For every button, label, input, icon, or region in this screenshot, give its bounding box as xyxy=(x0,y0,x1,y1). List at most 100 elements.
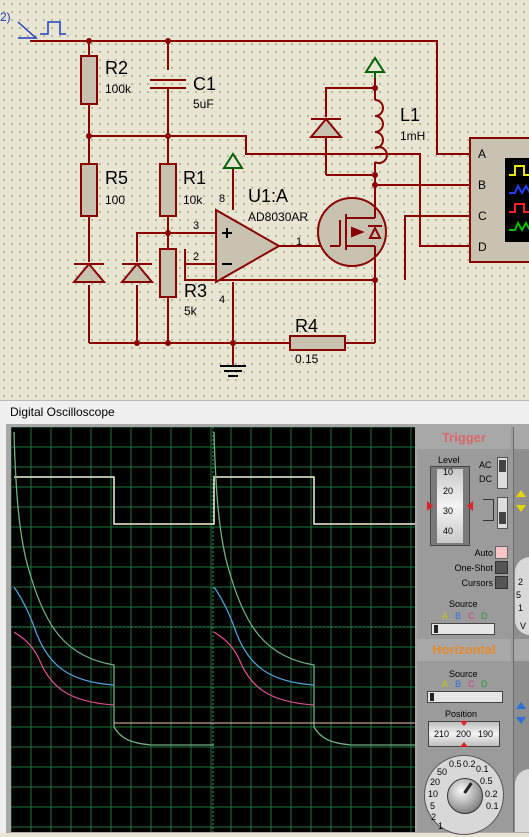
channel-column-partial: 2 5 1 V xyxy=(513,427,529,832)
horizontal-source-slider[interactable] xyxy=(427,691,503,703)
dc-label: DC xyxy=(479,474,492,484)
r3-value: 5k xyxy=(184,304,197,318)
dial-label-2: 0.2 xyxy=(463,759,476,769)
r2-name[interactable]: R2 xyxy=(105,58,128,79)
mosfet-symbol xyxy=(317,197,387,268)
pin-3-label: 3 xyxy=(193,220,200,232)
r1-value: 10k xyxy=(183,193,203,207)
dial-label-6: 10 xyxy=(428,789,439,799)
edge-switch[interactable] xyxy=(497,497,508,529)
position-value-210: 210 xyxy=(434,729,450,739)
pulse-generator-symbol xyxy=(17,21,66,39)
pin-2-label: 2 xyxy=(193,251,200,263)
horizontal-source-a[interactable]: A xyxy=(442,679,448,689)
trigger-source-slider[interactable] xyxy=(431,623,495,635)
level-marker-left xyxy=(427,501,433,511)
offset-down-arrow[interactable] xyxy=(516,505,526,512)
window-title: Digital Oscilloscope xyxy=(10,405,115,419)
position-label: Position xyxy=(445,709,478,719)
one-shot-label: One-Shot xyxy=(454,563,493,573)
position-marker-top xyxy=(460,721,468,726)
edge-icon xyxy=(483,499,494,521)
schematic-canvas[interactable]: 2) R2 100k C1 5uF R5 100 R1 10k U1:A AD8… xyxy=(0,0,529,400)
position-knob[interactable]: 210 200 190 xyxy=(428,721,500,747)
level-tick-20: 20 xyxy=(443,486,454,496)
volts-label: V xyxy=(520,621,527,631)
dial-label-5: 20 xyxy=(430,777,441,787)
trigger-level-slider[interactable]: 10 20 30 40 xyxy=(427,466,473,546)
volts-dial-label-5: 5 xyxy=(516,590,522,600)
channel-head-partial-2 xyxy=(514,639,529,661)
u1-name[interactable]: U1:A xyxy=(248,186,288,207)
ac-label: AC xyxy=(479,460,492,470)
u1-value: AD8030AR xyxy=(248,210,309,224)
level-tick-30: 30 xyxy=(443,506,454,516)
timebase-dial[interactable]: 0.5 0.2 0.1 50 20 10 5 2 1 0.5 0.2 0.1 xyxy=(424,755,504,835)
ac-dc-switch[interactable] xyxy=(497,457,508,489)
generator-label: 2) xyxy=(0,10,11,24)
scope-channel-a: A xyxy=(478,147,487,161)
trace-d xyxy=(13,631,315,706)
dial-label-11: 0.2 xyxy=(485,789,498,799)
horizontal-source-d[interactable]: D xyxy=(481,679,488,689)
dial-label-4: 50 xyxy=(437,767,448,777)
horizontal-source-b[interactable]: B xyxy=(455,679,461,689)
dial-label-7: 5 xyxy=(430,801,436,811)
trigger-source-b[interactable]: B xyxy=(455,611,461,621)
timebase-knob[interactable] xyxy=(447,778,483,814)
pin-4-label: 4 xyxy=(219,294,226,306)
horizontal-source-c[interactable]: C xyxy=(468,679,475,689)
r4-value: 0.15 xyxy=(295,352,319,366)
cursors-button[interactable] xyxy=(495,576,508,589)
auto-button[interactable] xyxy=(495,546,508,559)
pin-8-label: 8 xyxy=(219,193,226,205)
trace-a xyxy=(14,476,415,525)
trigger-source-label: Source xyxy=(449,599,478,609)
channel-head-partial xyxy=(514,427,529,449)
r1-name[interactable]: R1 xyxy=(183,168,206,189)
position-value-190: 190 xyxy=(478,729,494,739)
dial-label-10: 0.5 xyxy=(480,776,493,786)
position-value-200: 200 xyxy=(456,729,472,739)
volts-dial-label-1: 1 xyxy=(518,603,524,613)
dial-label-8: 2 xyxy=(431,812,437,822)
l1-name[interactable]: L1 xyxy=(400,105,420,126)
trigger-source-d[interactable]: D xyxy=(481,611,488,621)
r5-value: 100 xyxy=(105,193,126,207)
volts-dial-partial-2[interactable] xyxy=(515,769,529,832)
dial-label-12: 0.1 xyxy=(486,801,499,811)
auto-label: Auto xyxy=(474,548,493,558)
trigger-heading: Trigger xyxy=(417,427,511,449)
volts-dial-partial[interactable]: 2 5 1 V xyxy=(515,557,529,635)
r5-name[interactable]: R5 xyxy=(105,168,128,189)
scope-control-panel: Trigger Level 10 20 30 40 AC DC Auto One… xyxy=(417,427,529,835)
r2-value: 100k xyxy=(105,82,132,96)
trigger-source-a[interactable]: A xyxy=(442,611,448,621)
horizontal-source-label: Source xyxy=(449,669,478,679)
r3-name[interactable]: R3 xyxy=(184,281,207,302)
level-marker-right xyxy=(467,501,473,511)
position-marker-bottom xyxy=(460,742,468,747)
pin-1-label: 1 xyxy=(296,236,303,248)
level-tick-40: 40 xyxy=(443,526,454,536)
offset-down-arrow-2[interactable] xyxy=(516,717,526,724)
horizontal-heading: Horizontal xyxy=(417,639,511,661)
offset-up-arrow-2[interactable] xyxy=(516,702,526,709)
scope-display xyxy=(10,426,415,832)
one-shot-button[interactable] xyxy=(495,561,508,574)
r4-name[interactable]: R4 xyxy=(295,316,318,337)
scope-channel-d: D xyxy=(478,240,487,254)
dial-label-3: 0.1 xyxy=(476,764,489,774)
scope-channel-c: C xyxy=(478,209,487,223)
offset-up-arrow[interactable] xyxy=(516,490,526,497)
scope-screen[interactable] xyxy=(10,426,415,832)
c1-name[interactable]: C1 xyxy=(193,74,216,95)
dial-label-9: 1 xyxy=(438,821,444,831)
volts-dial-label-2: 2 xyxy=(518,577,524,587)
dial-label-1: 0.5 xyxy=(449,759,462,769)
scope-center-axes xyxy=(11,427,415,832)
c1-value: 5uF xyxy=(193,97,214,111)
power-terminals xyxy=(222,56,386,169)
scope-channel-b: B xyxy=(478,178,487,192)
trigger-source-c[interactable]: C xyxy=(468,611,475,621)
